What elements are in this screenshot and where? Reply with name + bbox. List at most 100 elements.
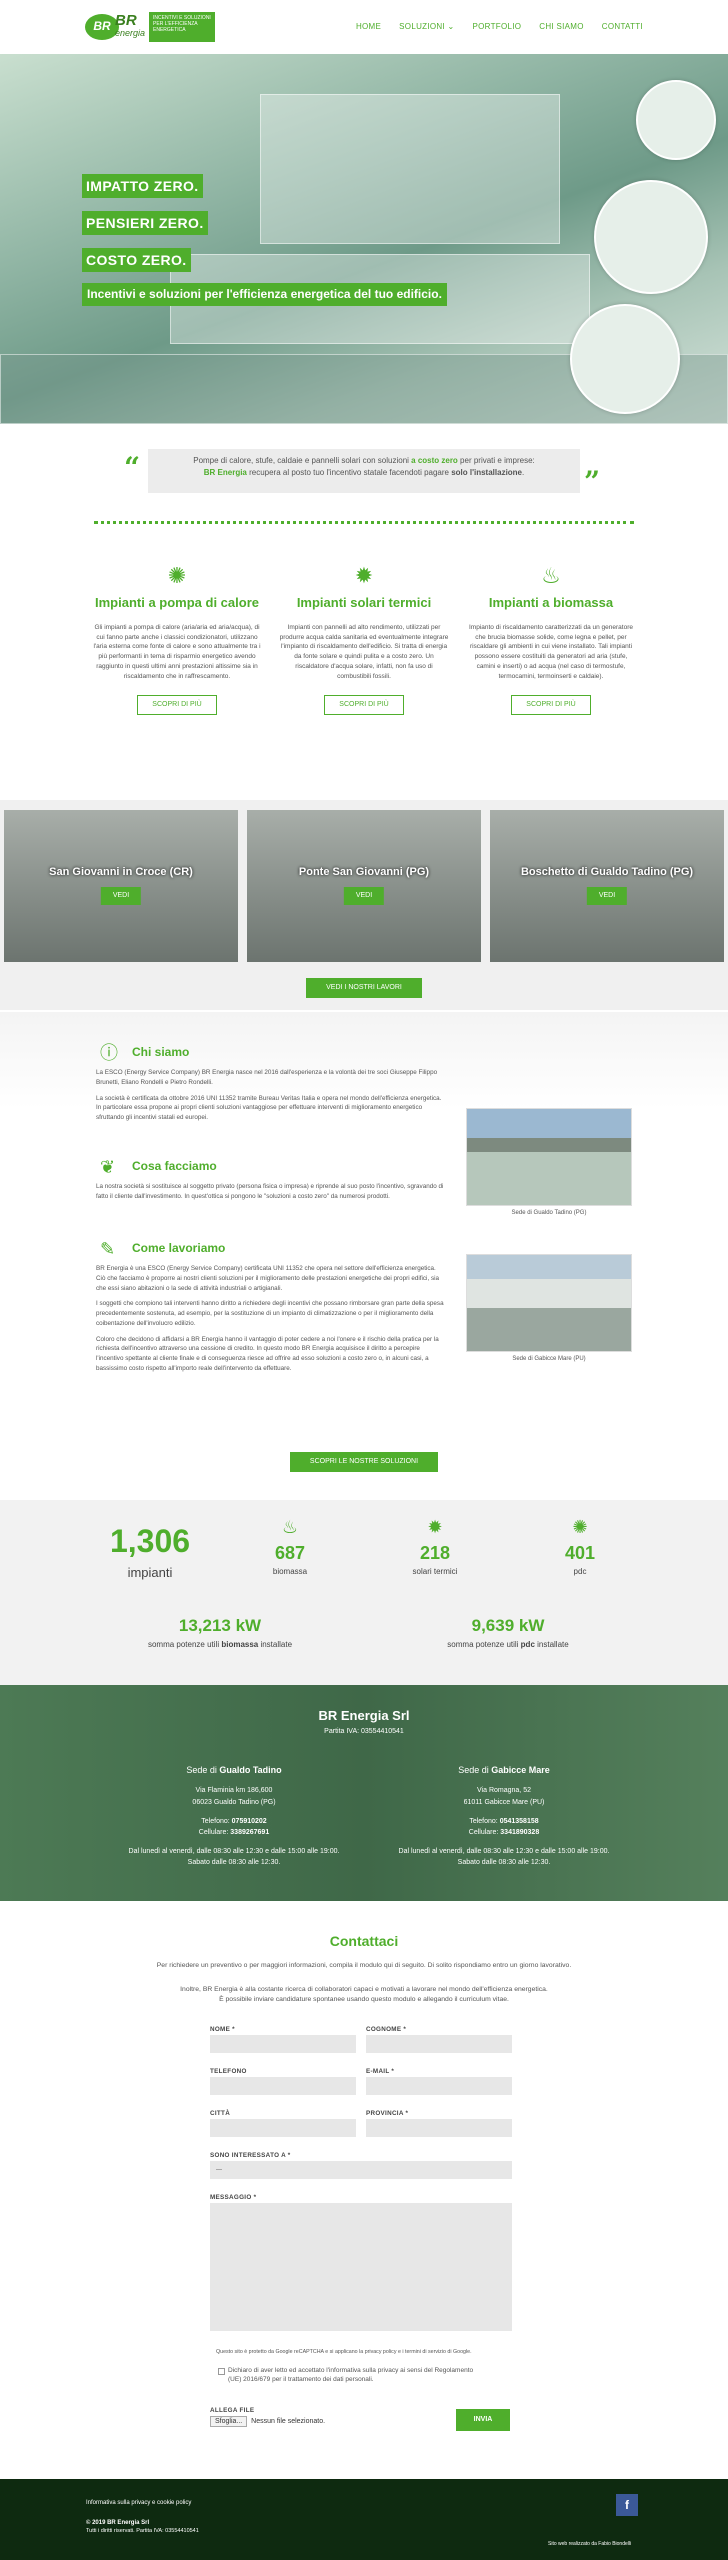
file-input[interactable]: Sfoglia... Nessun file selezionato.: [210, 2416, 325, 2427]
phone-link[interactable]: 075910202: [232, 1818, 267, 1825]
field-label: SONO INTERESSATO A *: [210, 2152, 291, 2159]
service-more-button[interactable]: SCOPRI DI PIÙ: [511, 695, 591, 716]
project-title: San Giovanni in Croce (CR): [49, 866, 193, 878]
office-gualdo: Sede di Gualdo Tadino Via Flaminia km 18…: [128, 1765, 340, 1867]
all-projects-button[interactable]: VEDI I NOSTRI LAVORI: [306, 978, 422, 998]
quote-open-icon: “: [124, 451, 141, 484]
paragraph: La società è certificata da ottobre 2016…: [96, 1094, 442, 1122]
contact-title: Contattaci: [329, 1933, 399, 1949]
provincia-input[interactable]: [366, 2119, 512, 2137]
company-vat: Partita IVA: 03554410541: [324, 1728, 404, 1735]
stat-value: 401: [564, 1543, 596, 1564]
privacy-checkbox[interactable]: [218, 2368, 225, 2375]
project-card[interactable]: Boschetto di Gualdo Tadino (PG) VEDI: [490, 810, 724, 962]
interesse-select[interactable]: ---: [210, 2161, 512, 2179]
field-label: MESSAGGIO *: [210, 2194, 257, 2201]
project-title: Ponte San Giovanni (PG): [298, 866, 430, 878]
privacy-policy-link[interactable]: Informativa sulla privacy e cookie polic…: [86, 2499, 191, 2508]
stat-pdc: ✺ 401 pdc: [540, 1514, 620, 1578]
paragraph: I soggetti che compiono tali interventi …: [96, 1300, 444, 1327]
stat-value: 218: [419, 1543, 451, 1564]
logo-tagline: INCENTIVI E SOLUZIONI PER L'EFFICIENZA E…: [149, 12, 216, 42]
hero-subtitle: Incentivi e soluzioni per l'efficienza e…: [82, 283, 447, 307]
mobile-link[interactable]: 3389267691: [230, 1829, 269, 1836]
info-icon: ⓘ: [100, 1043, 118, 1063]
stat-value: 687: [274, 1543, 306, 1564]
credit-text: Sito web realizzato da Fabio Biondelli: [548, 2541, 632, 2547]
paragraph: BR Energia è una ESCO (Energy Service Co…: [96, 1265, 439, 1292]
service-biomass: ♨ Impianti a biomassa Impianto di riscal…: [466, 560, 636, 716]
email-input[interactable]: [366, 2077, 512, 2095]
logo[interactable]: BR BR energia INCENTIVI E SOLUZIONI PER L…: [85, 12, 216, 42]
facebook-icon[interactable]: f: [616, 2494, 638, 2516]
field-label: ALLEGA FILE: [210, 2407, 255, 2414]
section-title: Cosa facciamo: [132, 1159, 217, 1173]
paragraph: La nostra società si sostituisce al sogg…: [96, 1183, 444, 1200]
stat-label: pdc: [573, 1567, 587, 1577]
field-label: CITTÀ: [210, 2110, 231, 2117]
contact-intro: Inoltre, BR Energia è alla costante rice…: [180, 1986, 548, 1993]
company-info-section: BR Energia Srl Partita IVA: 03554410541 …: [0, 1685, 728, 1901]
stat-kw-biomassa: 13,213 kW somma potenze utili biomassa i…: [130, 1614, 310, 1650]
contact-intro: Per richiedere un preventivo o per maggi…: [156, 1962, 572, 1969]
citta-input[interactable]: [210, 2119, 356, 2137]
stat-biomassa: ♨ 687 biomassa: [250, 1514, 330, 1578]
field-label: PROVINCIA *: [366, 2110, 409, 2117]
leaf-icon: ❦: [100, 1157, 116, 1177]
nav-home[interactable]: HOME: [356, 21, 381, 33]
stove-circle: [570, 304, 680, 414]
project-card[interactable]: San Giovanni in Croce (CR) VEDI: [4, 810, 238, 962]
flame-icon: ♨: [541, 563, 561, 588]
office-photo-gualdo: [466, 1108, 632, 1206]
field-label: COGNOME *: [366, 2026, 407, 2033]
stat-label: solari termici: [412, 1567, 458, 1577]
chi-siamo-block: ⓘ Chi siamo La ESCO (Energy Service Comp…: [96, 1043, 446, 1123]
site-footer: Informativa sulla privacy e cookie polic…: [0, 2479, 728, 2560]
logo-mark: BR: [85, 14, 119, 40]
cognome-input[interactable]: [366, 2035, 512, 2053]
messaggio-textarea[interactable]: [210, 2203, 512, 2331]
project-view-button[interactable]: VEDI: [100, 887, 142, 906]
field-label: TELEFONO: [210, 2068, 247, 2075]
heat-pump-circle: [636, 80, 716, 160]
solar-panel-circle: [594, 180, 708, 294]
submit-button[interactable]: INVIA: [456, 2409, 510, 2431]
field-label: E-MAIL *: [366, 2068, 395, 2075]
nav-portfolio[interactable]: PORTFOLIO: [473, 21, 522, 33]
service-text: Impianti con pannelli ad alto rendimento…: [279, 623, 449, 680]
office-gabicce: Sede di Gabicce Mare Via Romagna, 52 6101…: [398, 1765, 610, 1867]
project-view-button[interactable]: VEDI: [586, 887, 628, 906]
logo-wordmark: BR energia: [115, 12, 146, 38]
cosa-facciamo-block: ❦ Cosa facciamo La nostra società si sos…: [96, 1157, 446, 1202]
heat-pump-icon: ✺: [167, 563, 187, 588]
service-heat-pump: ✺ Impianti a pompa di calore Gli impiant…: [92, 560, 262, 716]
telefono-input[interactable]: [210, 2077, 356, 2095]
stat-value: 1,306: [109, 1523, 191, 1559]
service-text: Gli impianti a pompa di calore (aria/ari…: [93, 623, 261, 680]
privacy-consent-text: Dichiaro di aver letto ed accettato l'in…: [228, 2367, 474, 2384]
service-more-button[interactable]: SCOPRI DI PIÙ: [324, 695, 404, 716]
solutions-button[interactable]: SCOPRI LE NOSTRE SOLUZIONI: [290, 1452, 438, 1472]
nav-contatti[interactable]: CONTATTI: [602, 21, 643, 33]
hero-line-1: IMPATTO ZERO.: [82, 174, 203, 199]
recaptcha-note: Questo sito è protetto da Google reCAPTC…: [216, 2349, 472, 2355]
photo-caption: Sede di Gabicce Mare (PU): [512, 1356, 586, 1362]
site-header: BR BR energia INCENTIVI E SOLUZIONI PER L…: [0, 0, 728, 54]
nav-chi-siamo[interactable]: CHI SIAMO: [539, 21, 583, 33]
stat-solari: ✹ 218 solari termici: [395, 1514, 475, 1578]
stats-section: 1,306 impianti ♨ 687 biomassa ✹ 218 sola…: [0, 1500, 728, 1685]
photo-caption: Sede di Gualdo Tadino (PG): [511, 1210, 587, 1216]
project-view-button[interactable]: VEDI: [343, 887, 385, 906]
company-name: BR Energia Srl: [318, 1708, 410, 1723]
come-lavoriamo-block: ✎ Come lavoriamo BR Energia è una ESCO (…: [96, 1239, 446, 1374]
project-title: Boschetto di Gualdo Tadino (PG): [520, 866, 694, 878]
service-more-button[interactable]: SCOPRI DI PIÙ: [137, 695, 217, 716]
paragraph: Coloro che decidono di affidarsi a BR En…: [96, 1335, 439, 1372]
nome-input[interactable]: [210, 2035, 356, 2053]
project-card[interactable]: Ponte San Giovanni (PG) VEDI: [247, 810, 481, 962]
mobile-link[interactable]: 3341890328: [500, 1829, 539, 1836]
section-title: Chi siamo: [132, 1045, 190, 1059]
phone-link[interactable]: 0541358158: [500, 1818, 539, 1825]
nav-soluzioni[interactable]: SOLUZIONI ⌄: [399, 21, 454, 33]
stat-value: 13,213 kW: [178, 1616, 262, 1635]
